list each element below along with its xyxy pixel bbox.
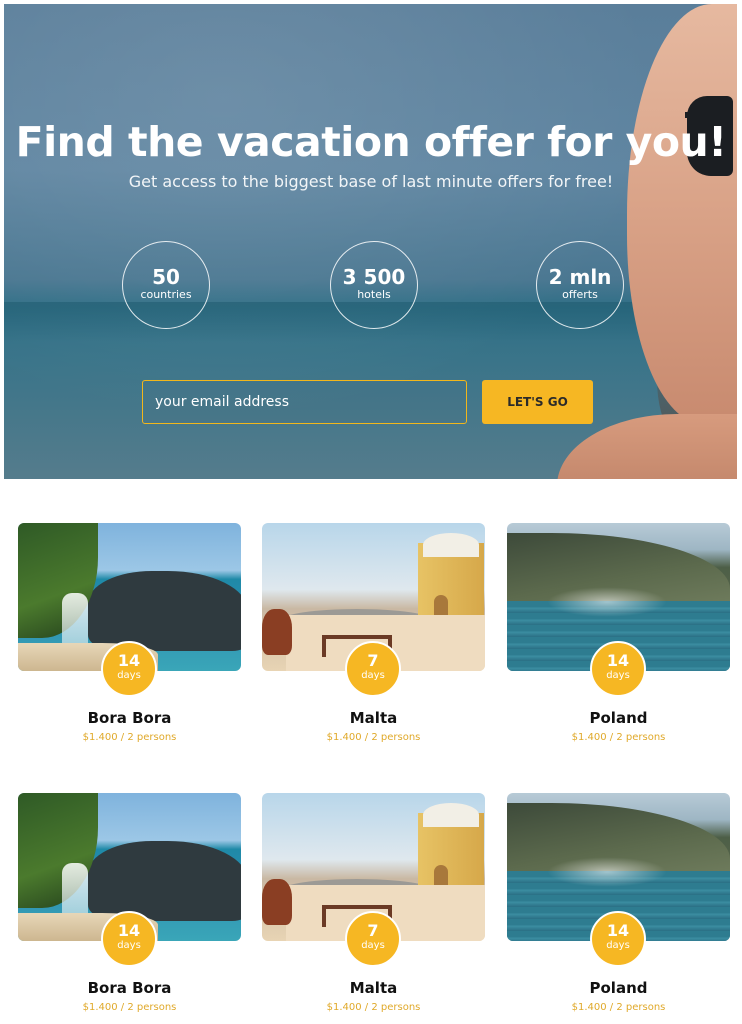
rock-shape [88, 841, 241, 921]
duration-label: days [361, 670, 385, 681]
duration-days: 14 [117, 651, 141, 670]
offer-title: Poland [589, 979, 648, 997]
rock-shape [88, 571, 241, 651]
offer-price: $1.400 / 2 persons [82, 1002, 177, 1013]
duration-badge: 14 days [590, 641, 646, 697]
dome-shape [423, 803, 479, 827]
stat-label: offerts [562, 288, 598, 301]
offer-title: Poland [589, 709, 648, 727]
duration-days: 14 [606, 651, 630, 670]
pot-shape [262, 609, 292, 655]
offer-price: $1.400 / 2 persons [326, 1002, 421, 1013]
stat-countries: 50 countries [122, 241, 210, 329]
offer-card-poland[interactable]: 14 days Poland $1.400 / 2 persons [507, 523, 730, 743]
duration-label: days [117, 670, 141, 681]
hero-subheadline: Get access to the biggest base of last m… [128, 172, 614, 191]
offer-card-malta[interactable]: 7 days Malta $1.400 / 2 persons [262, 793, 485, 1013]
offer-price: $1.400 / 2 persons [571, 732, 666, 743]
stat-offers: 2 mln offerts [536, 241, 624, 329]
stat-hotels: 3 500 hotels [330, 241, 418, 329]
offer-card-poland[interactable]: 14 days Poland $1.400 / 2 persons [507, 793, 730, 1013]
duration-days: 7 [367, 921, 379, 940]
dome-shape [423, 533, 479, 557]
email-input[interactable] [142, 380, 467, 424]
offer-price: $1.400 / 2 persons [82, 732, 177, 743]
hero-headline: Find the vacation offer for you! [15, 118, 727, 166]
offer-card-bora-bora[interactable]: 14 days Bora Bora $1.400 / 2 persons [18, 523, 241, 743]
duration-badge: 7 days [345, 641, 401, 697]
duration-label: days [361, 940, 385, 951]
stat-label: countries [140, 288, 192, 301]
offer-title: Bora Bora [87, 709, 172, 727]
offer-card-bora-bora[interactable]: 14 days Bora Bora $1.400 / 2 persons [18, 793, 241, 1013]
lets-go-button[interactable]: LET'S GO [482, 380, 593, 424]
offer-price: $1.400 / 2 persons [571, 1002, 666, 1013]
duration-label: days [117, 940, 141, 951]
stat-value: 2 mln [548, 265, 612, 289]
stat-value: 3 500 [342, 265, 406, 289]
offer-title: Bora Bora [87, 979, 172, 997]
stat-label: hotels [357, 288, 391, 301]
duration-badge: 14 days [101, 911, 157, 967]
offer-price: $1.400 / 2 persons [326, 732, 421, 743]
duration-days: 14 [606, 921, 630, 940]
duration-badge: 14 days [590, 911, 646, 967]
mist-shape [547, 587, 667, 617]
duration-days: 14 [117, 921, 141, 940]
duration-label: days [606, 940, 630, 951]
stat-value: 50 [152, 265, 180, 289]
mist-shape [547, 857, 667, 887]
offer-card-malta[interactable]: 7 days Malta $1.400 / 2 persons [262, 523, 485, 743]
duration-label: days [606, 670, 630, 681]
pot-shape [262, 879, 292, 925]
offer-title: Malta [349, 979, 398, 997]
duration-days: 7 [367, 651, 379, 670]
duration-badge: 14 days [101, 641, 157, 697]
offer-title: Malta [349, 709, 398, 727]
duration-badge: 7 days [345, 911, 401, 967]
